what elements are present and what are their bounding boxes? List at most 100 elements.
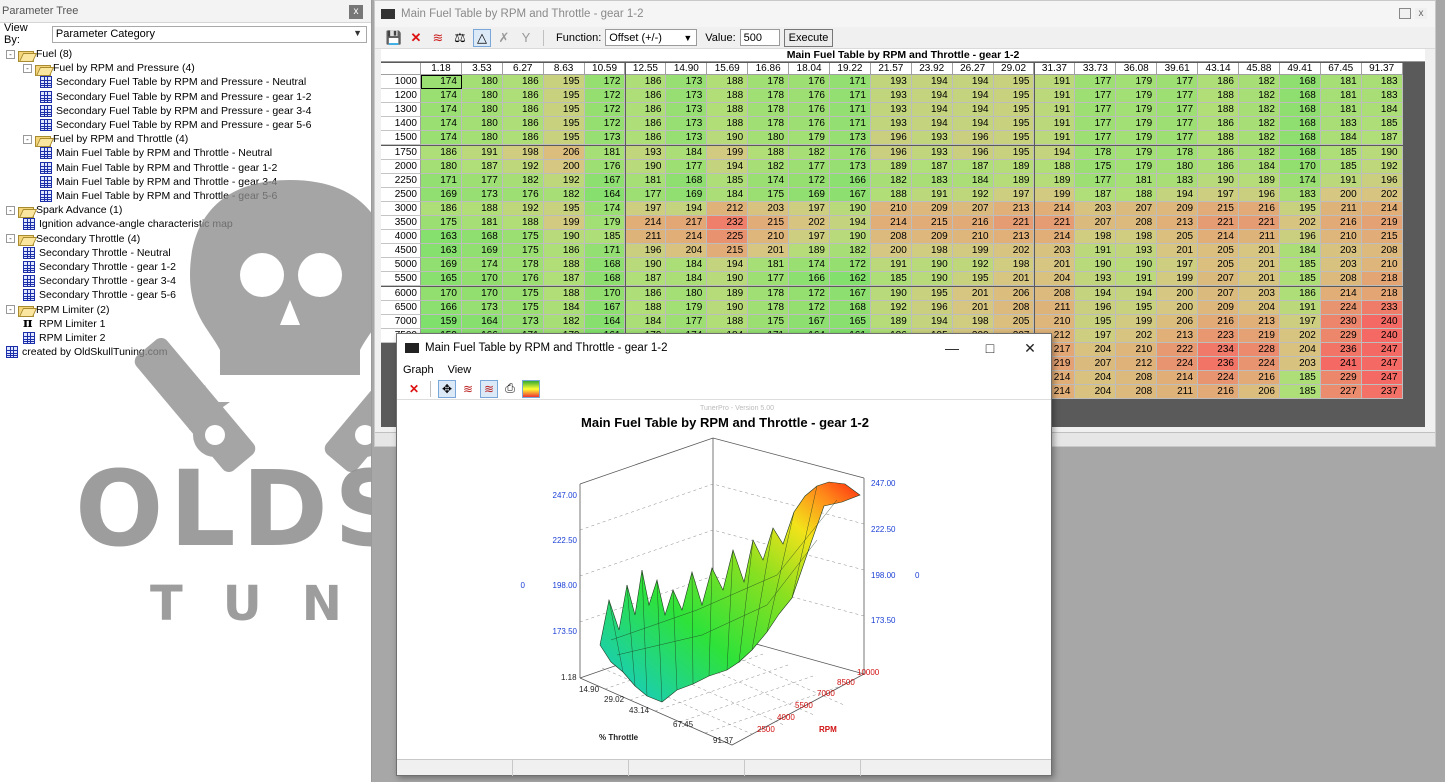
tree-folder[interactable]: - RPM Limiter (2) <box>6 303 110 318</box>
row-header[interactable]: 1300 <box>381 103 421 118</box>
tree-table-item[interactable]: Secondary Throttle - gear 1-2 <box>23 260 176 274</box>
table-cell[interactable]: 184 <box>1320 131 1362 146</box>
row-header[interactable]: 6000 <box>381 286 421 301</box>
table-cell[interactable]: 187 <box>461 159 503 174</box>
table-cell[interactable]: 194 <box>952 75 994 89</box>
table-cell[interactable]: 171 <box>830 117 871 132</box>
table-cell[interactable]: 175 <box>502 244 544 259</box>
save-icon[interactable]: 💾 <box>385 29 403 47</box>
table-cell[interactable]: 214 <box>1034 201 1076 216</box>
column-header[interactable]: 15.69 <box>707 63 749 75</box>
table-cell[interactable]: 214 <box>1198 230 1239 245</box>
table-cell[interactable]: 208 <box>1116 216 1158 230</box>
table-cell[interactable]: 177 <box>1075 75 1117 89</box>
table-cell[interactable]: 180 <box>461 117 503 132</box>
close-icon[interactable]: x <box>1415 8 1427 19</box>
table-cell[interactable]: 189 <box>993 159 1035 174</box>
table-cell[interactable]: 216 <box>952 216 994 230</box>
table-cell[interactable]: 188 <box>870 187 912 202</box>
table-cell[interactable]: 195 <box>1075 314 1117 329</box>
table-cell[interactable]: 194 <box>952 89 994 104</box>
column-header[interactable]: 1.18 <box>421 63 462 75</box>
table-cell[interactable]: 195 <box>543 131 585 146</box>
table-cell[interactable]: 171 <box>830 75 871 89</box>
table-cell[interactable]: 184 <box>1279 244 1321 259</box>
table-cell[interactable]: 176 <box>789 89 830 104</box>
table-cell[interactable]: 166 <box>789 272 830 287</box>
table-cell[interactable]: 200 <box>870 244 912 259</box>
collapse-icon[interactable]: - <box>23 134 32 144</box>
table-cell[interactable]: 188 <box>707 89 749 104</box>
table-cell[interactable]: 215 <box>707 244 749 259</box>
table-cell[interactable]: 214 <box>870 216 912 230</box>
table-cell[interactable]: 204 <box>666 244 708 259</box>
menu-view[interactable]: View <box>448 364 472 376</box>
column-header[interactable]: 29.02 <box>993 63 1035 75</box>
table-cell[interactable]: 188 <box>461 201 503 216</box>
table-cell[interactable]: 210 <box>748 230 790 245</box>
column-header[interactable]: 6.27 <box>502 63 544 75</box>
row-header[interactable]: 2000 <box>381 159 421 174</box>
table-cell[interactable]: 204 <box>1075 385 1117 400</box>
table-cell[interactable]: 192 <box>1361 159 1403 174</box>
table-cell[interactable]: 169 <box>421 258 462 273</box>
table-cell[interactable]: 199 <box>1116 314 1158 329</box>
table-cell[interactable]: 216 <box>1320 216 1362 230</box>
table-cell[interactable]: 178 <box>1075 145 1117 160</box>
table-cell[interactable]: 202 <box>1279 328 1321 343</box>
table-cell[interactable]: 198 <box>911 244 953 259</box>
table-cell[interactable]: 199 <box>543 216 585 230</box>
table-cell[interactable]: 168 <box>1279 145 1321 160</box>
table-cell[interactable]: 229 <box>1320 371 1362 386</box>
table-cell[interactable]: 176 <box>584 159 626 174</box>
tree-table-item[interactable]: Secondary Fuel Table by RPM and Pressure… <box>40 118 311 132</box>
table-cell[interactable]: 189 <box>993 173 1035 188</box>
print-icon[interactable]: ⎙ <box>501 380 519 398</box>
table-cell[interactable]: 196 <box>952 131 994 146</box>
table-cell[interactable]: 198 <box>952 314 994 329</box>
table-cell[interactable]: 214 <box>1320 286 1362 301</box>
table-cell[interactable]: 197 <box>1075 328 1117 343</box>
graph-icon[interactable]: ≋ <box>429 29 447 47</box>
table-cell[interactable]: 204 <box>1075 342 1117 357</box>
close-table-icon[interactable]: ✕ <box>407 29 425 47</box>
table-cell[interactable]: 194 <box>952 103 994 118</box>
table-cell[interactable]: 196 <box>1075 300 1117 315</box>
table-cell[interactable]: 184 <box>1239 159 1280 174</box>
table-cell[interactable]: 193 <box>1075 272 1117 287</box>
table-cell[interactable]: 177 <box>789 159 830 174</box>
table-cell[interactable]: 215 <box>1198 201 1239 216</box>
table-cell[interactable]: 197 <box>993 187 1035 202</box>
table-cell[interactable]: 188 <box>1116 187 1158 202</box>
table-cell[interactable]: 229 <box>1320 328 1362 343</box>
surface-graph[interactable]: TunerPro - Version 5.00 Main Fuel Table … <box>397 400 1051 760</box>
table-cell[interactable]: 182 <box>789 145 830 160</box>
table-cell[interactable]: 190 <box>543 230 585 245</box>
table-cell[interactable]: 182 <box>1239 131 1280 146</box>
table-cell[interactable]: 193 <box>911 131 953 146</box>
table-cell[interactable]: 194 <box>911 117 953 132</box>
table-cell[interactable]: 190 <box>625 258 667 273</box>
table-cell[interactable]: 183 <box>1157 173 1199 188</box>
table-cell[interactable]: 190 <box>1075 258 1117 273</box>
table-cell[interactable]: 208 <box>1034 286 1076 301</box>
tree-table-item[interactable]: Main Fuel Table by RPM and Throttle - Ne… <box>40 146 272 160</box>
graph-line-icon[interactable]: ≋ <box>480 379 498 398</box>
trace-icon[interactable]: ≋ <box>459 380 477 398</box>
table-cell[interactable]: 203 <box>1320 244 1362 259</box>
table-cell[interactable]: 170 <box>461 286 503 301</box>
table-cell[interactable]: 205 <box>1198 244 1239 259</box>
table-cell[interactable]: 177 <box>1157 89 1199 104</box>
table-cell[interactable]: 200 <box>1320 187 1362 202</box>
table-cell[interactable]: 182 <box>870 173 912 188</box>
table-cell[interactable]: 232 <box>707 216 749 230</box>
table-cell[interactable]: 214 <box>1361 201 1403 216</box>
table-cell[interactable]: 204 <box>1279 342 1321 357</box>
table-cell[interactable]: 206 <box>993 286 1035 301</box>
table-cell[interactable]: 205 <box>993 314 1035 329</box>
row-header[interactable]: 1500 <box>381 131 421 146</box>
table-cell[interactable]: 173 <box>666 103 708 118</box>
collapse-icon[interactable]: - <box>23 63 32 73</box>
table-cell[interactable]: 210 <box>1361 258 1403 273</box>
table-cell[interactable]: 199 <box>1034 187 1076 202</box>
